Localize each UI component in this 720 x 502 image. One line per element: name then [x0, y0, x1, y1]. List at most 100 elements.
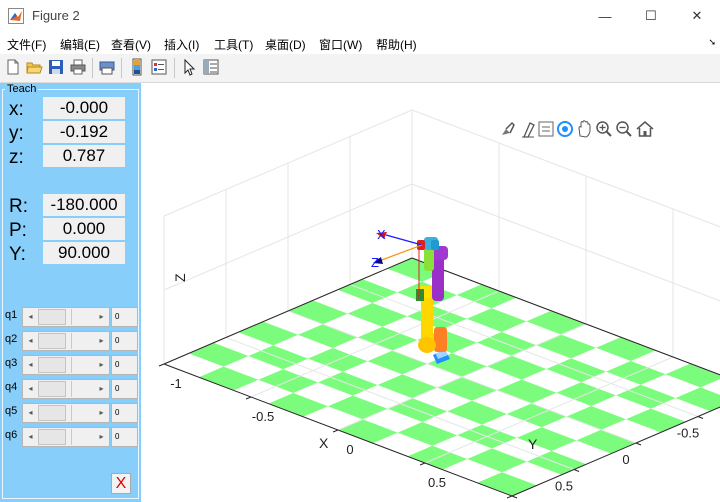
maximize-icon: ☐ [645, 8, 657, 23]
y-tick-label: -0.5 [252, 409, 274, 424]
y-value: -0.192 [43, 121, 125, 143]
floor-tile [288, 300, 348, 325]
x-tick-label: 0.5 [555, 479, 573, 494]
grid-line [411, 183, 720, 302]
property-inspector-icon[interactable] [202, 58, 220, 76]
pointer-icon[interactable] [180, 58, 198, 76]
slider-thumb[interactable] [38, 381, 66, 397]
joint-value-q6[interactable]: 0 [111, 427, 138, 447]
minimize-button[interactable]: — [582, 0, 628, 32]
close-window-button[interactable]: ✕ [674, 0, 720, 32]
joint-value-q2[interactable]: 0 [111, 331, 138, 351]
slider-right-arrow-icon[interactable]: ▸ [95, 357, 108, 373]
floor-tile [675, 387, 720, 412]
floor-tile [447, 400, 507, 425]
x-tick-mark [635, 442, 642, 446]
floor-tile [496, 379, 557, 404]
slider-left-arrow-icon[interactable]: ◂ [24, 381, 37, 397]
y-tick-label: 0 [346, 442, 353, 457]
slider-thumb[interactable] [38, 357, 66, 373]
new-figure-icon[interactable] [4, 58, 22, 76]
roll-value: -180.000 [43, 194, 125, 216]
colorbar-icon[interactable] [128, 58, 146, 76]
floor-tile [526, 310, 586, 335]
floor-tile [238, 321, 298, 346]
y-tick-mark [158, 363, 165, 367]
robot-joint-2 [418, 337, 436, 353]
grid-line [411, 109, 720, 228]
slider-right-arrow-icon[interactable]: ▸ [95, 405, 108, 421]
slider-left-arrow-icon[interactable]: ◂ [24, 429, 37, 445]
title-bar: Figure 2 — ☐ ✕ [0, 0, 720, 32]
menu-tools[interactable]: 工具(T) [214, 36, 253, 53]
joint-label-q2: q2 [5, 333, 18, 345]
joint-slider-q3[interactable]: ◂ ▸ [22, 355, 110, 375]
slider-right-arrow-icon[interactable]: ▸ [95, 381, 108, 397]
dock-arrow-icon[interactable]: ➘ [708, 37, 716, 48]
menu-insert[interactable]: 插入(I) [164, 36, 199, 53]
x-tick-label: 0 [622, 452, 629, 467]
maximize-button[interactable]: ☐ [628, 0, 674, 32]
menu-window[interactable]: 窗口(W) [319, 36, 362, 53]
floor-tile [367, 350, 428, 375]
joint-value-q3[interactable]: 0 [111, 355, 138, 375]
slider-right-arrow-icon[interactable]: ▸ [95, 429, 108, 445]
robot-tool-flange-2 [431, 240, 439, 250]
toolbar-separator [174, 58, 175, 78]
menu-edit[interactable]: 编辑(E) [60, 36, 100, 53]
plot-area[interactable]: -1-0.500.51-1-0.500.5100.51 X Z X [141, 83, 720, 502]
frame-z-axis [378, 244, 423, 262]
slider-left-arrow-icon[interactable]: ◂ [24, 333, 37, 349]
figure-toolbar [0, 54, 720, 83]
slider-divider [71, 309, 72, 325]
x-tick-mark [697, 416, 704, 419]
slider-left-arrow-icon[interactable]: ◂ [24, 309, 37, 325]
z-label: z: [9, 147, 24, 168]
slider-thumb[interactable] [38, 405, 66, 421]
joint-value-q5[interactable]: 0 [111, 403, 138, 423]
joint-value-q4[interactable]: 0 [111, 379, 138, 399]
floor-tile [338, 419, 398, 444]
y-label: y: [9, 123, 24, 144]
floor-tile [477, 472, 537, 496]
slider-thumb[interactable] [38, 309, 66, 325]
teach-close-button[interactable]: X [111, 473, 131, 494]
floor-tile [596, 337, 656, 361]
slider-left-arrow-icon[interactable]: ◂ [24, 357, 37, 373]
window-title: Figure 2 [32, 8, 80, 23]
menu-help[interactable]: 帮助(H) [376, 36, 417, 53]
joint-slider-q6[interactable]: ◂ ▸ [22, 427, 110, 447]
floor-tile [665, 363, 720, 388]
y-tick-mark [332, 429, 339, 433]
floor-tile [486, 355, 547, 380]
floor-tile [328, 395, 388, 420]
save-icon[interactable] [47, 58, 65, 76]
floor-tile [397, 422, 458, 446]
legend-icon[interactable] [150, 58, 168, 76]
menu-view[interactable]: 查看(V) [111, 36, 151, 53]
x-value: -0.000 [43, 97, 125, 119]
open-file-icon[interactable] [25, 58, 43, 76]
floor-tile [536, 334, 596, 359]
floor-tile [566, 406, 626, 430]
floor-tile [437, 377, 497, 401]
joint-slider-q5[interactable]: ◂ ▸ [22, 403, 110, 423]
print-icon[interactable] [69, 58, 87, 76]
floor-tile [198, 366, 259, 391]
joint-slider-q4[interactable]: ◂ ▸ [22, 379, 110, 399]
print-preview-icon[interactable] [98, 58, 116, 76]
teach-panel: Teach x: -0.000 y: -0.192 z: 0.787 R: -1… [0, 83, 141, 502]
menu-file[interactable]: 文件(F) [7, 36, 46, 53]
slider-right-arrow-icon[interactable]: ▸ [95, 333, 108, 349]
joint-slider-q2[interactable]: ◂ ▸ [22, 331, 110, 351]
joint-value-q1[interactable]: 0 [111, 307, 138, 327]
joint-label-q5: q5 [5, 405, 18, 417]
slider-left-arrow-icon[interactable]: ◂ [24, 405, 37, 421]
menu-desktop[interactable]: 桌面(D) [265, 36, 306, 53]
joint-slider-q1[interactable]: ◂ ▸ [22, 307, 110, 327]
slider-thumb[interactable] [38, 429, 66, 445]
slider-thumb[interactable] [38, 333, 66, 349]
floor-tile [347, 303, 408, 327]
frame-x-label: X [377, 227, 386, 242]
slider-right-arrow-icon[interactable]: ▸ [95, 309, 108, 325]
